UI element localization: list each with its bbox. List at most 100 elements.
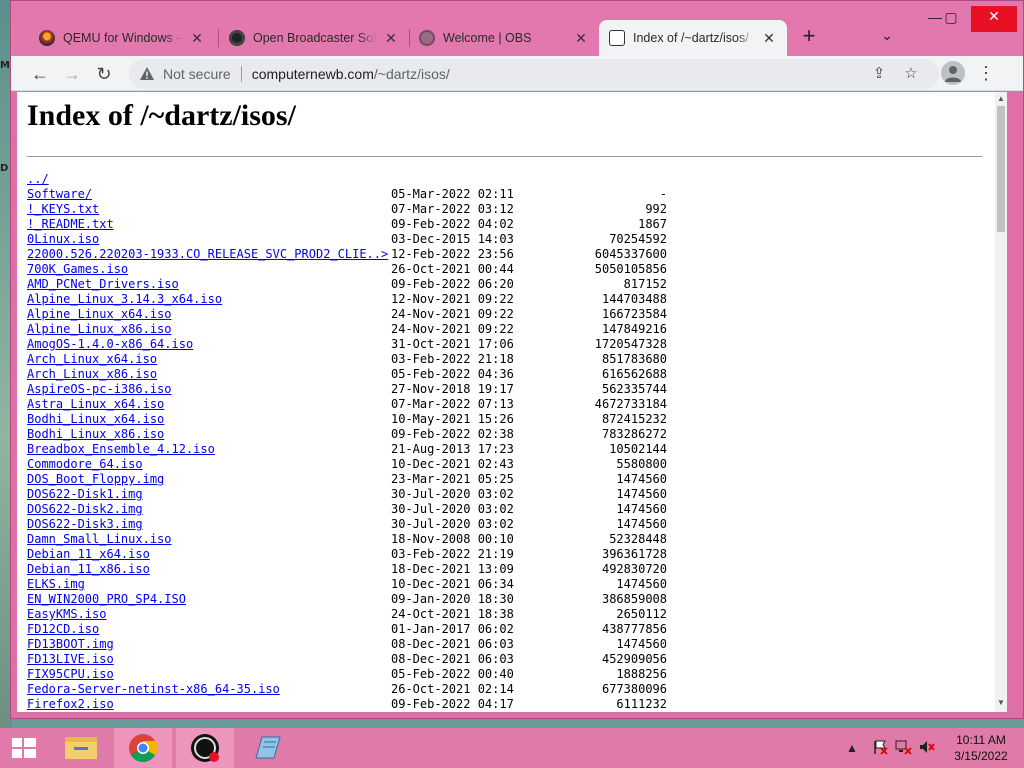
file-link[interactable]: ELKS.img (27, 577, 85, 591)
close-window-button[interactable]: ✕ (971, 6, 1017, 32)
listing-row: AmogOS-1.4.0-x86_64.iso 31-Oct-2021 17:06… (27, 337, 667, 352)
file-date: 09-Feb-2022 02:38 (391, 427, 514, 441)
file-link[interactable]: AspireOS-pc-i386.iso (27, 382, 172, 396)
file-link[interactable]: DOS622-Disk3.img (27, 517, 143, 531)
reload-button[interactable]: ↻ (91, 61, 117, 87)
file-link[interactable]: !_KEYS.txt (27, 202, 99, 216)
file-link[interactable]: Software/ (27, 187, 92, 201)
tab-index-of-isos[interactable]: Index of /~dartz/isos/ ✕ (599, 20, 787, 56)
file-link[interactable]: FD13BOOT.img (27, 637, 114, 651)
listing-row: EasyKMS.iso 24-Oct-2021 18:38 2650112 (27, 607, 667, 622)
file-link[interactable]: Alpine_Linux_x64.iso (27, 307, 172, 321)
file-link[interactable]: Arch_Linux_x64.iso (27, 352, 157, 366)
file-date: 18-Nov-2008 00:10 (391, 532, 514, 546)
file-link[interactable]: 22000.526.220203-1933.CO_RELEASE_SVC_PRO… (27, 247, 388, 261)
listing-row: Commodore_64.iso 10-Dec-2021 02:43 5580800 (27, 457, 667, 472)
file-link[interactable]: Breadbox_Ensemble_4.12.iso (27, 442, 215, 456)
file-link[interactable]: Bodhi_Linux_x86.iso (27, 427, 164, 441)
tab-qemu[interactable]: QEMU for Windows – In ✕ (29, 20, 215, 56)
file-link[interactable]: Astra_Linux_x64.iso (27, 397, 164, 411)
security-status[interactable]: Not secure (163, 66, 231, 82)
listing-row: Debian_11_x86.iso 18-Dec-2021 13:09 492830… (27, 562, 667, 577)
close-icon[interactable]: ✕ (189, 30, 205, 47)
file-link[interactable]: 700K_Games.iso (27, 262, 128, 276)
file-link[interactable]: DOS622-Disk2.img (27, 502, 143, 516)
arrow-left-icon: ← (31, 64, 49, 84)
file-link[interactable]: 0Linux.iso (27, 232, 99, 246)
file-size: 144703488 (601, 292, 667, 306)
file-link[interactable]: Bodhi_Linux_x64.iso (27, 412, 164, 426)
taskbar-file-explorer[interactable] (52, 728, 110, 768)
scrollbar-thumb[interactable] (997, 106, 1005, 232)
file-link[interactable]: Firefox2.iso (27, 697, 114, 711)
taskbar-obs[interactable] (176, 728, 234, 768)
close-icon[interactable]: ✕ (383, 30, 399, 47)
vertical-scrollbar[interactable]: ▲ ▼ (995, 92, 1007, 712)
file-link[interactable]: Fedora-Server-netinst-x86_64-35.iso (27, 682, 280, 696)
file-link[interactable]: FIX95CPU.iso (27, 667, 114, 681)
address-bar[interactable]: Not secure computernewb.com/~dartz/isos/… (129, 59, 939, 89)
file-size: 1474560 (616, 637, 667, 651)
person-icon (945, 66, 961, 82)
profile-avatar[interactable] (941, 61, 965, 85)
listing-row: Software/05-Mar-2022 02:11 - (27, 187, 667, 202)
file-link[interactable]: FD12CD.iso (27, 622, 99, 636)
reload-icon: ↻ (96, 64, 112, 84)
taskbar-notepad[interactable] (238, 728, 296, 768)
file-size: 52328448 (609, 532, 667, 546)
share-icon[interactable]: ⇪ (869, 64, 889, 84)
start-button[interactable] (0, 728, 48, 768)
back-button[interactable]: ← (27, 61, 53, 87)
listing-row: DOS622-Disk1.img 30-Jul-2020 03:02 1474560 (27, 487, 667, 502)
close-icon[interactable]: ✕ (573, 30, 589, 47)
bookmark-star-icon[interactable]: ☆ (901, 64, 921, 84)
tab-welcome-obs[interactable]: Welcome | OBS ✕ (409, 20, 599, 56)
file-listing: ../Software/05-Mar-2022 02:11- !_KEYS.txt… (27, 172, 667, 712)
taskbar-clock[interactable]: 10:11 AM 3/15/2022 (946, 732, 1016, 764)
file-size: 851783680 (601, 352, 667, 366)
file-link[interactable]: FD13LIVE.iso (27, 652, 114, 666)
close-icon[interactable]: ✕ (761, 30, 777, 47)
file-link[interactable]: EN_WIN2000_PRO_SP4.ISO (27, 592, 186, 606)
tab-obs[interactable]: Open Broadcaster Softw ✕ (219, 20, 409, 56)
file-link[interactable]: DOS_Boot_Floppy.img (27, 472, 164, 486)
file-link[interactable]: Damn_Small_Linux.iso (27, 532, 172, 546)
browser-menu-button[interactable]: ⋮ (977, 61, 995, 85)
taskbar: ▲ 10:11 AM 3/15/2022 (0, 728, 1024, 768)
file-size: 438777856 (601, 622, 667, 636)
file-link[interactable]: Alpine_Linux_3.14.3_x64.iso (27, 292, 222, 306)
file-size: 562335744 (601, 382, 667, 396)
action-center-flag-icon[interactable] (872, 739, 888, 758)
url-path: /~dartz/isos/ (373, 66, 450, 82)
scroll-up-arrow-icon[interactable]: ▲ (996, 94, 1006, 104)
file-size: 1474560 (616, 577, 667, 591)
file-size: 1474560 (616, 487, 667, 501)
taskbar-chrome[interactable] (114, 728, 172, 768)
file-link[interactable]: Commodore_64.iso (27, 457, 143, 471)
network-icon[interactable] (894, 739, 912, 758)
page-title: Index of /~dartz/isos/ (27, 99, 296, 132)
tab-title: Welcome | OBS (443, 31, 532, 45)
file-link[interactable]: !_README.txt (27, 217, 114, 231)
file-link[interactable]: ../ (27, 172, 49, 186)
file-link[interactable]: DOS622-Disk1.img (27, 487, 143, 501)
new-tab-button[interactable]: + (797, 25, 821, 49)
show-hidden-icons-button[interactable]: ▲ (846, 741, 858, 755)
tab-title: QEMU for Windows – In (63, 31, 183, 45)
file-link[interactable]: Arch_Linux_x86.iso (27, 367, 157, 381)
volume-icon[interactable] (918, 739, 936, 758)
file-link[interactable]: EasyKMS.iso (27, 607, 106, 621)
file-link[interactable]: AmogOS-1.4.0-x86_64.iso (27, 337, 193, 351)
listing-row: Arch_Linux_x86.iso 05-Feb-2022 04:36 61656… (27, 367, 667, 382)
file-link[interactable]: Alpine_Linux_x86.iso (27, 322, 172, 336)
file-link[interactable]: AMD_PCNet_Drivers.iso (27, 277, 179, 291)
tab-strip: QEMU for Windows – In ✕ Open Broadcaster… (11, 1, 1023, 57)
scroll-down-arrow-icon[interactable]: ▼ (996, 698, 1006, 708)
tab-search-button[interactable]: ⌄ (877, 27, 897, 47)
maximize-button[interactable]: ▢ (931, 7, 971, 29)
file-link[interactable]: Debian_11_x86.iso (27, 562, 150, 576)
file-link[interactable]: Debian_11_x64.iso (27, 547, 150, 561)
forward-button[interactable]: → (59, 61, 85, 87)
arrow-right-icon: → (63, 64, 81, 84)
file-date: 08-Dec-2021 06:03 (391, 637, 514, 651)
